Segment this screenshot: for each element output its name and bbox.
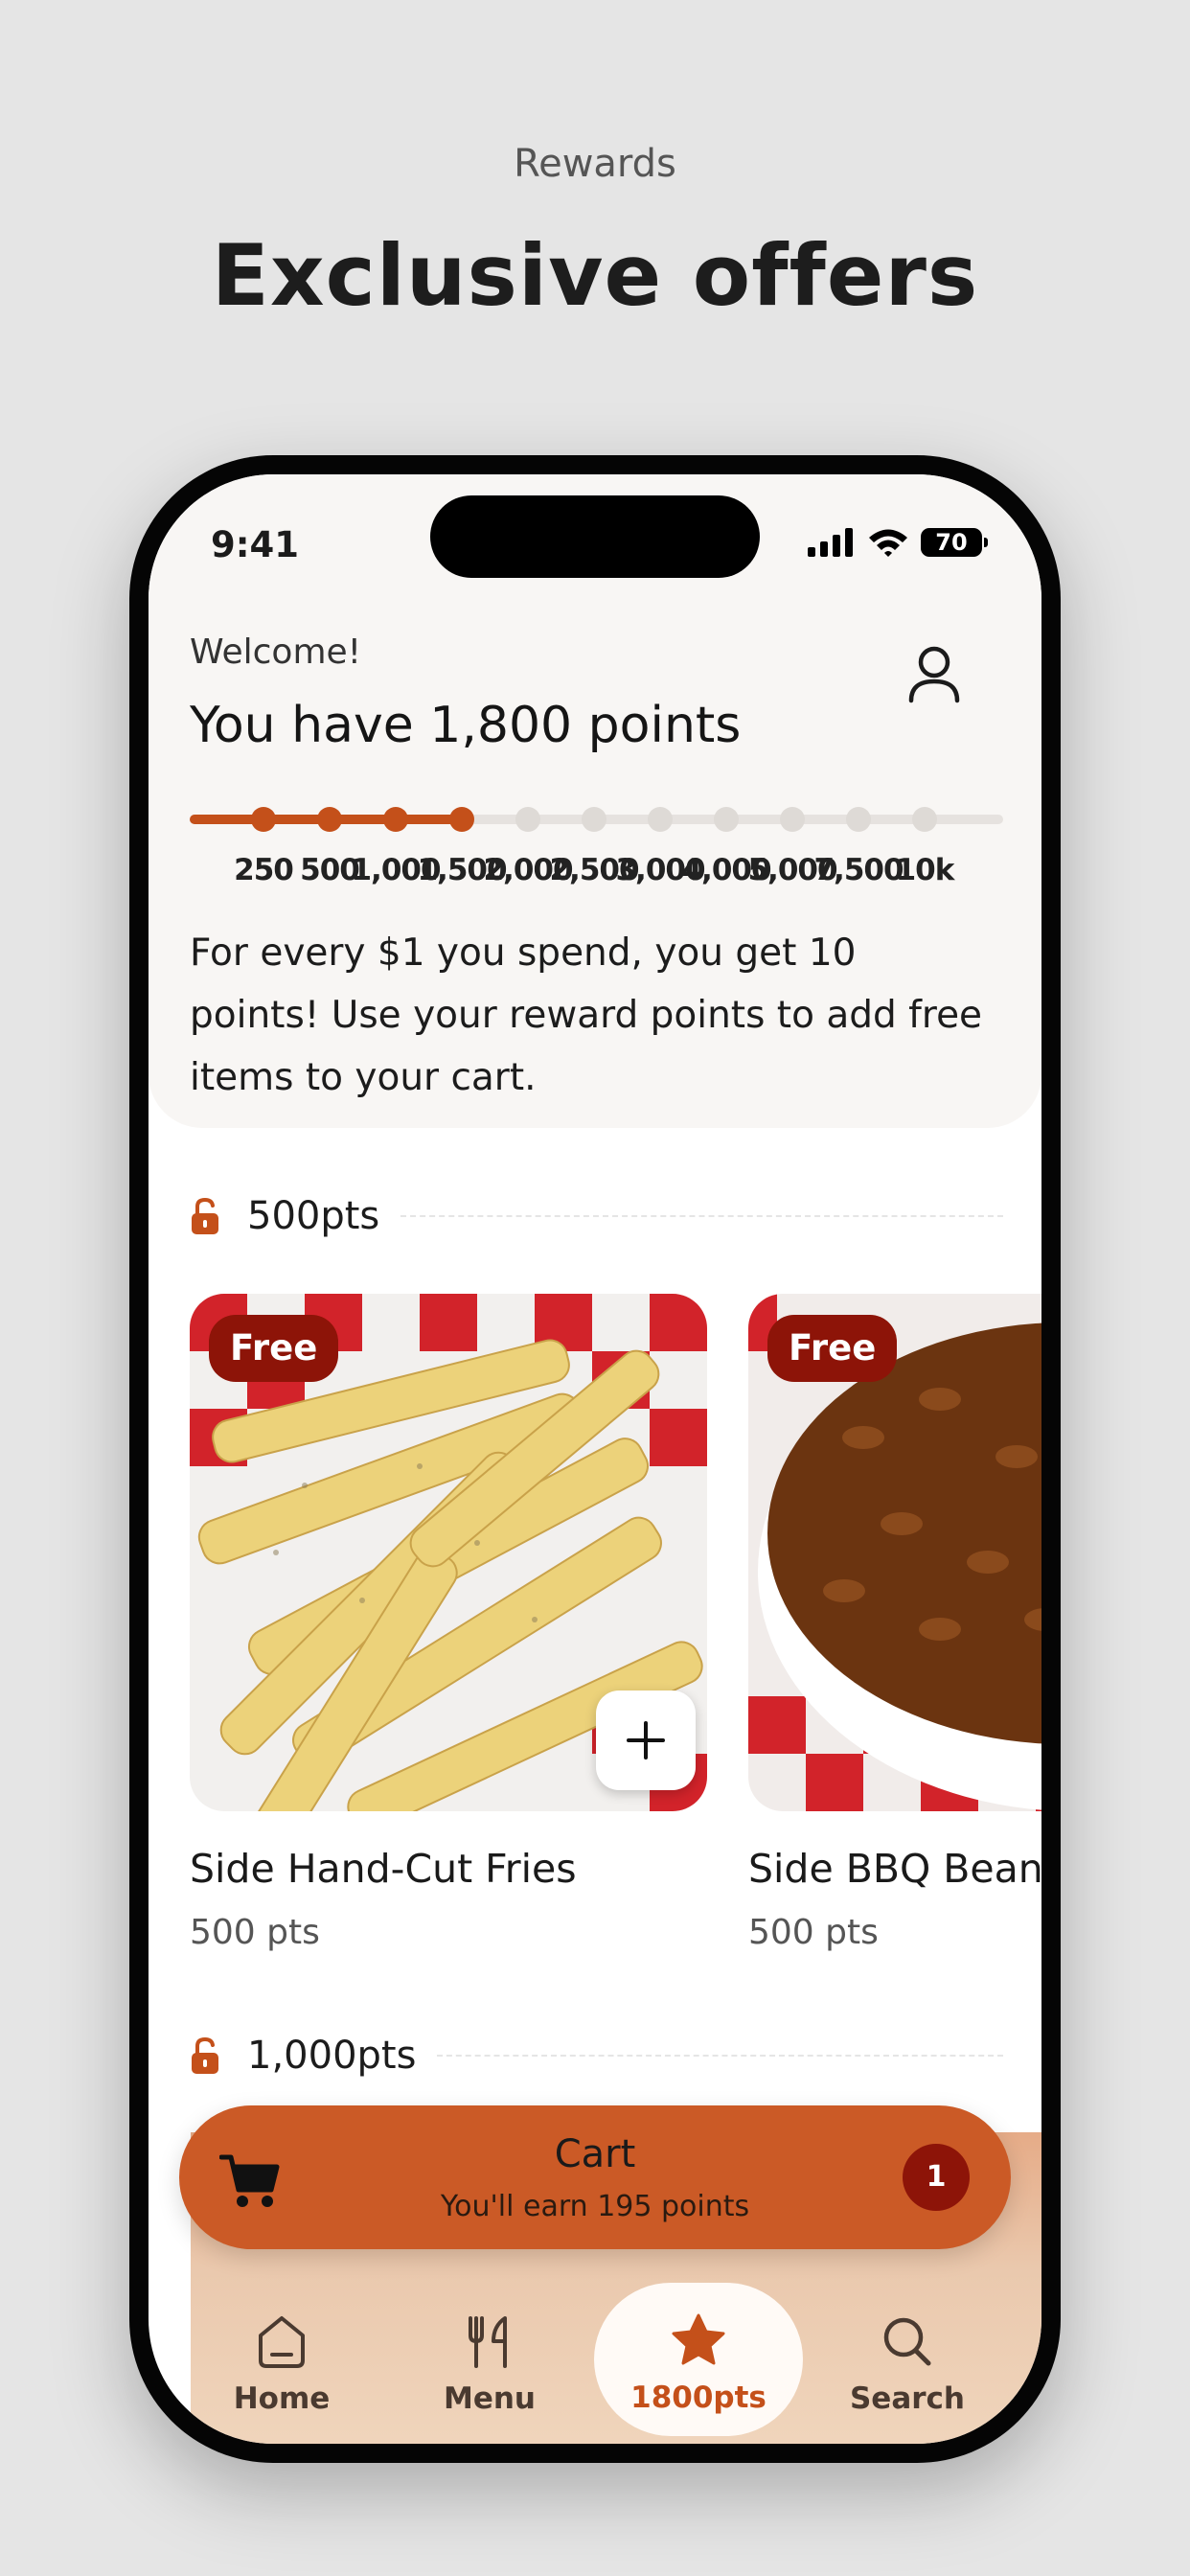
unlocked-icon <box>192 1197 218 1234</box>
section-divider <box>400 1215 1003 1217</box>
tab-home[interactable]: Home <box>186 2286 378 2444</box>
tab-label: 1800pts <box>630 2380 767 2415</box>
tier-dot-locked <box>714 807 739 832</box>
cart-count-badge: 1 <box>903 2144 970 2211</box>
tab-label: Menu <box>443 2381 536 2416</box>
points-progress-bar: 250 500 1,000 1,500 2,000 2,500 3,000 4,000 5,00… <box>190 807 1003 903</box>
section-header-500pts: 500pts <box>190 1187 1003 1245</box>
tab-search[interactable]: Search <box>812 2286 1003 2444</box>
search-icon <box>883 2317 931 2366</box>
tier-dot-reached <box>383 807 408 832</box>
section-divider <box>437 2055 1003 2057</box>
points-header-card: 9:41 70 Welcome! You have 1,800 points 2… <box>149 474 1041 1128</box>
tier-dot-reached <box>449 807 474 832</box>
page-subtitle: Rewards <box>514 142 676 186</box>
tier-dot-locked <box>780 807 805 832</box>
tier-dot-locked <box>515 807 540 832</box>
tier-dot-locked <box>582 807 606 832</box>
tier-dot-locked <box>912 807 937 832</box>
item-price: 500 pts <box>748 1913 879 1952</box>
item-price: 500 pts <box>190 1913 320 1952</box>
tier-dot-locked <box>648 807 673 832</box>
tier-dot-reached <box>317 807 342 832</box>
add-to-cart-button[interactable] <box>596 1690 696 1790</box>
battery-indicator: 70 <box>921 528 988 557</box>
cart-bar[interactable]: Cart You'll earn 195 points 1 <box>179 2105 1011 2249</box>
fries-image: Free <box>190 1294 707 1811</box>
tab-bar: Home Menu 1800pts Search <box>149 2283 1041 2444</box>
phone-frame: 9:41 70 Welcome! You have 1,800 points 2… <box>129 455 1061 2463</box>
home-icon <box>259 2316 305 2368</box>
cellular-signal-icon <box>808 528 853 557</box>
fork-knife-icon <box>469 2316 507 2368</box>
points-heading: You have 1,800 points <box>190 697 742 754</box>
cart-title: Cart <box>554 2132 636 2176</box>
points-info-text: For every $1 you spend, you get 10 point… <box>190 932 983 1099</box>
free-badge: Free <box>767 1315 898 1382</box>
tier-dot-locked <box>846 807 871 832</box>
page-title: Exclusive offers <box>211 226 979 325</box>
cart-subtitle: You'll earn 195 points <box>440 2190 750 2223</box>
reward-card-bbq-beans[interactable]: Free Side BBQ Beans 500 pts <box>748 1294 1041 1952</box>
status-time: 9:41 <box>211 524 300 565</box>
status-icons: 70 <box>808 527 988 558</box>
item-name: Side BBQ Beans <box>748 1846 1041 1892</box>
plus-icon <box>627 1721 665 1760</box>
tier-dot-reached <box>251 807 276 832</box>
phone-screen: 9:41 70 Welcome! You have 1,800 points 2… <box>149 474 1041 2444</box>
person-icon <box>908 646 960 703</box>
tab-label: Home <box>233 2381 331 2416</box>
star-icon <box>672 2313 725 2365</box>
tier-label: 10k <box>895 853 955 887</box>
wifi-icon <box>869 529 907 557</box>
section-label: 1,000pts <box>247 2034 417 2078</box>
dynamic-island <box>430 495 760 578</box>
welcome-text: Welcome! <box>190 632 362 672</box>
tab-menu[interactable]: Menu <box>394 2286 585 2444</box>
profile-button[interactable] <box>905 645 963 704</box>
unlocked-icon <box>192 2036 218 2074</box>
tab-label: Search <box>849 2381 965 2416</box>
reward-card-fries[interactable]: Free Side Hand-Cut Fries 500 pts <box>190 1294 707 1952</box>
bbq-beans-image: Free <box>748 1294 1041 1811</box>
progress-tier: 10k <box>896 807 954 893</box>
free-badge: Free <box>209 1315 339 1382</box>
item-name: Side Hand-Cut Fries <box>190 1846 577 1892</box>
tab-rewards[interactable]: 1800pts <box>594 2283 803 2436</box>
section-header-1000pts: 1,000pts <box>190 2027 1003 2084</box>
section-label: 500pts <box>247 1194 380 1238</box>
